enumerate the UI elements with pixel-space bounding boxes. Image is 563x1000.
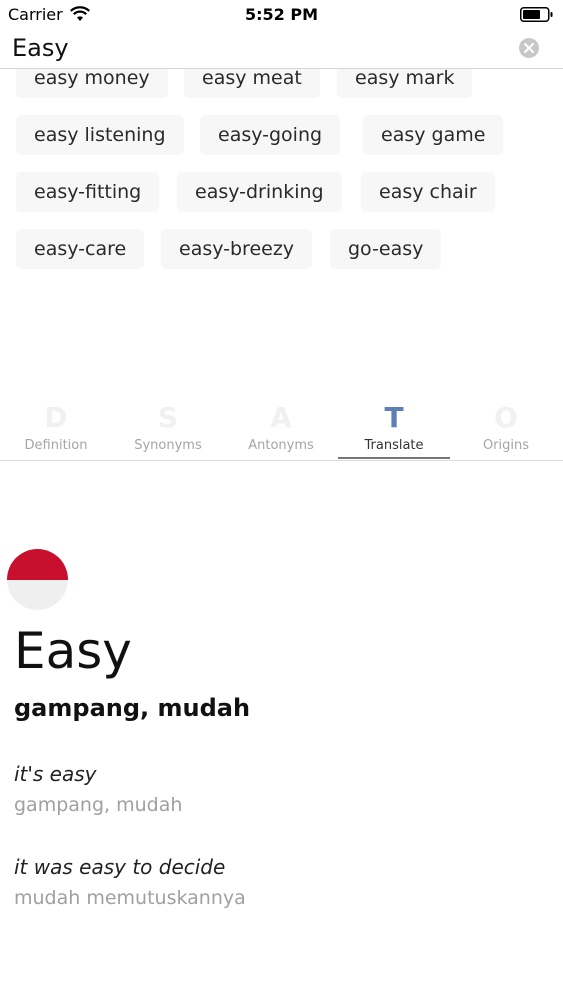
tab-translate[interactable]: T Translate <box>338 398 450 460</box>
translation-main: gampang, mudah <box>14 694 251 722</box>
search-input[interactable] <box>12 32 502 64</box>
example-translation: gampang, mudah <box>14 794 183 816</box>
tab-letter: D <box>44 401 68 434</box>
tab-label: Antonyms <box>248 438 314 453</box>
related-word-chip[interactable]: easy listening <box>16 115 184 155</box>
related-word-chip[interactable]: easy-drinking <box>177 172 342 212</box>
tab-label: Origins <box>482 438 530 453</box>
related-word-chip[interactable]: easy chair <box>361 172 495 212</box>
tab-bar: D Definition S Synonyms A Antonyms T Tra… <box>0 398 563 461</box>
tab-label: Translate <box>364 438 424 453</box>
active-tab-indicator <box>338 457 450 459</box>
example-phrase: it was easy to decide <box>14 855 226 879</box>
related-word-chip[interactable]: easy-breezy <box>161 229 313 269</box>
clear-search-icon[interactable] <box>519 38 539 58</box>
tab-letter: T <box>384 401 404 434</box>
example-translation: mudah memutuskannya <box>14 887 246 909</box>
related-word-chip[interactable]: easy-fitting <box>16 172 160 212</box>
example-phrase: it's easy <box>14 762 97 786</box>
status-bar: Carrier 5:52 PM <box>0 0 563 30</box>
related-word-chip[interactable]: easy-going <box>200 115 341 155</box>
status-time: 5:52 PM <box>244 5 318 24</box>
related-words: easy money easy meat easy mark easy list… <box>0 54 563 284</box>
tab-letter: S <box>157 401 179 434</box>
related-word-chip[interactable]: go-easy <box>330 229 442 269</box>
indonesia-flag-icon <box>7 549 68 610</box>
tab-synonyms[interactable]: S Synonyms <box>112 398 224 460</box>
tab-origins[interactable]: O Origins <box>450 398 562 460</box>
related-word-chip[interactable]: easy game <box>363 115 504 155</box>
tab-antonyms[interactable]: A Antonyms <box>225 398 337 460</box>
tab-label: Definition <box>24 438 88 453</box>
word-title: Easy <box>14 622 132 680</box>
battery-icon <box>520 7 553 22</box>
tab-letter: A <box>270 401 292 434</box>
tab-label: Synonyms <box>134 438 202 453</box>
tab-definition[interactable]: D Definition <box>0 398 112 460</box>
related-word-chip[interactable]: easy-care <box>16 229 145 269</box>
search-header <box>0 30 563 69</box>
tab-letter: O <box>494 401 518 434</box>
